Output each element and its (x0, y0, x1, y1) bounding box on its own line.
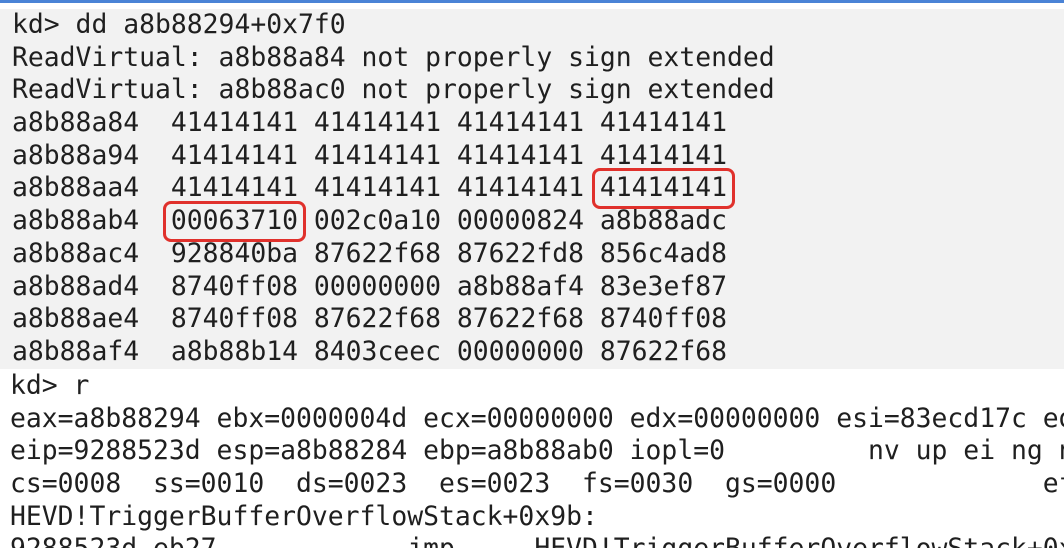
dump-row: a8b88ac4 928840ba 87622f68 87622fd8 856c… (0, 238, 1064, 271)
dump-value: 41414141 (170, 139, 298, 171)
dump-row: a8b88ad4 8740ff08 00000000 a8b88af4 83e3… (0, 271, 1064, 304)
command-line: kd> r (10, 370, 90, 401)
register-line: eip=9288523d esp=a8b88284 ebp=a8b88ab0 i… (10, 435, 1064, 467)
dump-value: 41414141 (456, 139, 584, 171)
dump-address: a8b88a84 (12, 107, 140, 139)
dump-row: a8b88ab4 00063710 002c0a10 00000824 a8b8… (0, 201, 1064, 242)
dump-value: 8403ceec (313, 335, 441, 367)
dump-value: a8b88b14 (170, 335, 298, 367)
dump-value: 00000000 (456, 335, 584, 367)
dump-value: 41414141 (456, 172, 584, 204)
symbol-line: HEVD!TriggerBufferOverflowStack+0x9b: (10, 500, 598, 532)
dump-value: 87622f68 (599, 335, 727, 367)
dump-address: a8b88af4 (12, 335, 140, 367)
dump-address: a8b88a94 (12, 139, 140, 171)
dump-value: a8b88af4 (456, 270, 584, 302)
dump-value: a8b88adc (599, 205, 727, 237)
dump-row: a8b88ae4 8740ff08 87622f68 87622f68 8740… (0, 303, 1064, 336)
dump-value: 856c4ad8 (599, 237, 727, 269)
dump-value: 928840ba (170, 237, 298, 269)
dump-value: 41414141 (599, 139, 727, 171)
highlighted-dump-value: 00063710 (162, 201, 307, 242)
register-line: eax=a8b88294 ebx=0000004d ecx=00000000 e… (10, 402, 1064, 434)
dump-output-block: kd> dd a8b88294+0x7f0 ReadVirtual: a8b88… (0, 9, 1064, 369)
window-top-border (0, 0, 1064, 3)
dump-value: 00000824 (456, 205, 584, 237)
register-line: cs=0008 ss=0010 ds=0023 es=0023 fs=0030 … (10, 468, 1064, 500)
dump-value: 41414141 (170, 107, 298, 139)
dump-row: a8b88a84 41414141 41414141 41414141 4141… (0, 107, 1064, 140)
dump-value: 002c0a10 (313, 205, 441, 237)
dump-address: a8b88ac4 (12, 237, 140, 269)
dump-value: 41414141 (456, 107, 584, 139)
dump-value: 87622f68 (313, 237, 441, 269)
dump-value: 00000000 (313, 270, 441, 302)
dump-value: 87622fd8 (456, 237, 584, 269)
dump-value: 87622f68 (456, 303, 584, 335)
dump-value: 87622f68 (313, 303, 441, 335)
dump-address: a8b88ae4 (12, 303, 140, 335)
dump-address: a8b88ab4 (12, 205, 140, 237)
dump-row: a8b88a94 41414141 41414141 41414141 4141… (0, 140, 1064, 173)
warning-line: ReadVirtual: a8b88a84 not properly sign … (12, 41, 775, 73)
highlighted-dump-value: 41414141 (591, 168, 736, 209)
command-line: kd> dd a8b88294+0x7f0 (12, 9, 346, 40)
kernel-debugger-console: kd> dd a8b88294+0x7f0 ReadVirtual: a8b88… (0, 0, 1064, 548)
dump-value: 41414141 (313, 139, 441, 171)
dump-address: a8b88ad4 (12, 270, 140, 302)
register-output-block: kd> r eax=a8b88294 ebx=0000004d ecx=0000… (0, 370, 1064, 548)
dump-row: a8b88aa4 41414141 41414141 41414141 4141… (0, 168, 1064, 209)
dump-value: 8740ff08 (170, 270, 298, 302)
dump-value: 41414141 (313, 107, 441, 139)
warning-line: ReadVirtual: a8b88ac0 not properly sign … (12, 74, 775, 106)
dump-value: 41414141 (313, 172, 441, 204)
dump-value: 41414141 (170, 172, 298, 204)
dump-address: a8b88aa4 (12, 172, 140, 204)
dump-value: 8740ff08 (170, 303, 298, 335)
dump-value: 41414141 (599, 107, 727, 139)
disassembly-line: 9288523d eb27 jmp HEVD!TriggerBufferOver… (0, 533, 1064, 548)
dump-value: 83e3ef87 (599, 270, 727, 302)
dump-row: a8b88af4 a8b88b14 8403ceec 00000000 8762… (0, 336, 1064, 369)
dump-value: 8740ff08 (599, 303, 727, 335)
